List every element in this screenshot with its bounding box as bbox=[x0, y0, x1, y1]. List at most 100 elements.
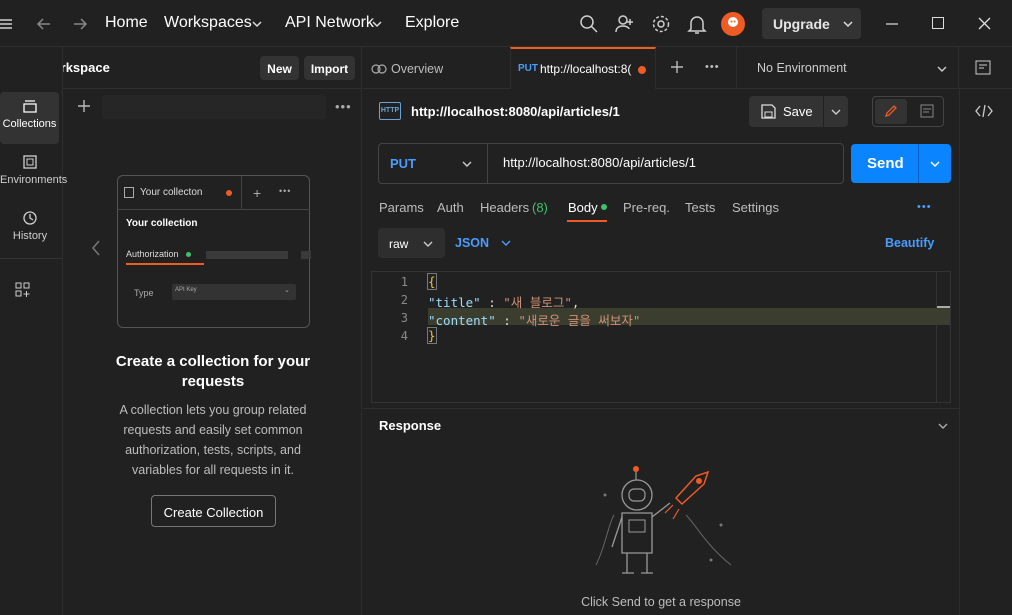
code-snippet-icon[interactable] bbox=[975, 103, 993, 119]
card-tab-divider bbox=[118, 209, 310, 210]
configure-workbench-icon[interactable] bbox=[15, 282, 31, 298]
card-title: Your collection bbox=[126, 218, 198, 229]
body-active-dot bbox=[601, 204, 607, 210]
card-type-value: API Key bbox=[175, 287, 197, 293]
more-options-icon[interactable]: ••• bbox=[335, 99, 352, 114]
add-icon[interactable] bbox=[77, 99, 91, 113]
forward-arrow-icon[interactable] bbox=[72, 16, 88, 32]
rail-item-history[interactable]: History bbox=[0, 204, 60, 256]
tab-divider bbox=[736, 47, 737, 89]
search-icon[interactable] bbox=[578, 13, 600, 35]
rail-item-environments[interactable]: Environments bbox=[0, 148, 67, 200]
invite-user-icon[interactable] bbox=[614, 13, 636, 35]
tab-auth[interactable]: Auth bbox=[437, 200, 464, 215]
tab-prereq[interactable]: Pre-req. bbox=[623, 200, 670, 215]
cookies-more-icon[interactable]: ••• bbox=[917, 201, 932, 213]
json-value: "새로운 글을 써보자" bbox=[518, 313, 641, 328]
carousel-prev-icon[interactable] bbox=[91, 239, 101, 257]
save-label: Save bbox=[783, 104, 813, 119]
collapse-chevron-icon[interactable] bbox=[937, 421, 949, 431]
card-tab-icon bbox=[124, 187, 134, 198]
url-input[interactable]: http://localhost:8080/api/articles/1 bbox=[503, 155, 696, 170]
send-button[interactable]: Send bbox=[851, 144, 951, 183]
overview-icon bbox=[371, 61, 387, 75]
view-mode-toggle bbox=[872, 96, 944, 127]
line-number: 2 bbox=[400, 293, 408, 307]
environments-icon bbox=[23, 155, 37, 169]
chevron-down-icon bbox=[831, 109, 841, 115]
back-arrow-icon[interactable] bbox=[36, 16, 52, 32]
rail-label: History bbox=[12, 230, 48, 242]
tab-settings[interactable]: Settings bbox=[732, 200, 779, 215]
save-options-button[interactable] bbox=[824, 96, 848, 127]
body-editor[interactable] bbox=[371, 271, 951, 403]
nav-api-network[interactable]: API Network bbox=[285, 14, 374, 32]
tab-tests[interactable]: Tests bbox=[685, 200, 715, 215]
request-url-bar: PUT http://localhost:8080/api/articles/1 bbox=[378, 143, 844, 184]
edit-mode-button[interactable] bbox=[875, 99, 907, 124]
save-button[interactable]: Save bbox=[749, 96, 823, 127]
response-panel: Response Click Send to get a response bbox=[363, 408, 959, 615]
chevron-down-icon bbox=[371, 19, 383, 29]
tab-params[interactable]: Params bbox=[379, 200, 424, 215]
close-window-icon[interactable] bbox=[978, 17, 991, 30]
rail-item-collections[interactable]: Collections bbox=[0, 92, 59, 144]
new-tab-plus-icon[interactable] bbox=[670, 60, 684, 74]
card-auth-tab: Authorization bbox=[126, 249, 179, 259]
tab-overview[interactable]: Overview bbox=[391, 62, 443, 76]
minimize-icon[interactable] bbox=[886, 22, 898, 26]
response-hint: Click Send to get a response bbox=[581, 595, 741, 609]
history-icon bbox=[23, 211, 37, 225]
empty-collections-heading: Create a collection for your requests bbox=[115, 353, 311, 390]
top-bar: Home Workspaces API Network Explore Upgr… bbox=[0, 0, 1012, 47]
maximize-icon[interactable] bbox=[932, 17, 944, 29]
doc-mode-button[interactable] bbox=[911, 99, 943, 124]
environment-quick-look-icon[interactable] bbox=[975, 60, 991, 76]
nav-workspaces[interactable]: Workspaces bbox=[164, 14, 252, 32]
tab-divider bbox=[958, 47, 959, 89]
chevron-down-icon bbox=[423, 241, 433, 247]
collections-icon bbox=[22, 100, 37, 113]
send-divider bbox=[918, 144, 919, 183]
avatar[interactable] bbox=[721, 12, 745, 36]
new-button[interactable]: New bbox=[260, 56, 299, 80]
environment-chevron-icon[interactable] bbox=[936, 64, 948, 74]
settings-gear-icon[interactable] bbox=[650, 13, 672, 35]
body-mode-label: raw bbox=[389, 237, 409, 251]
tab-method: PUT bbox=[518, 63, 538, 74]
tab-active-request[interactable]: PUT http://localhost:8( bbox=[510, 47, 656, 89]
environment-select[interactable]: No Environment bbox=[757, 61, 847, 75]
right-sidebar bbox=[959, 89, 1012, 615]
nav-home[interactable]: Home bbox=[105, 14, 148, 32]
card-tab-label: Your collecton bbox=[140, 187, 203, 198]
http-request-icon: HTTP bbox=[379, 102, 401, 120]
json-key: "title" bbox=[428, 295, 481, 310]
card-placeholder-bar bbox=[206, 251, 288, 259]
chevron-down-icon[interactable] bbox=[500, 238, 512, 248]
menu-icon[interactable] bbox=[0, 18, 12, 30]
empty-collections-description: A collection lets you group related requ… bbox=[119, 403, 307, 477]
tab-body[interactable]: Body bbox=[568, 200, 598, 215]
upgrade-chevron-icon[interactable] bbox=[842, 19, 854, 29]
body-mode-select[interactable]: raw bbox=[378, 228, 445, 258]
search-collections-input[interactable] bbox=[102, 95, 326, 119]
chevron-down-icon[interactable] bbox=[929, 159, 941, 169]
code-line-content: "content" : "새로운 글을 써보자" bbox=[428, 310, 640, 329]
line-number: 1 bbox=[400, 275, 408, 289]
create-collection-button[interactable]: Create Collection bbox=[151, 495, 276, 527]
card-tab: Your collecton bbox=[118, 176, 242, 210]
import-button[interactable]: Import bbox=[304, 56, 355, 80]
method-select[interactable]: PUT bbox=[379, 144, 488, 183]
rail-label: Collections bbox=[2, 118, 57, 130]
pencil-icon bbox=[884, 105, 897, 118]
tab-more-icon[interactable]: ••• bbox=[705, 61, 720, 73]
request-title[interactable]: http://localhost:8080/api/articles/1 bbox=[411, 104, 620, 119]
code-line-title: "title" : "새 블로그", bbox=[428, 292, 579, 311]
beautify-button[interactable]: Beautify bbox=[885, 236, 934, 250]
card-placeholder-bar bbox=[301, 251, 311, 259]
tab-headers[interactable]: Headers bbox=[480, 200, 529, 215]
notification-bell-icon[interactable] bbox=[686, 13, 708, 35]
nav-explore[interactable]: Explore bbox=[405, 14, 459, 32]
body-format-select[interactable]: JSON bbox=[455, 236, 489, 250]
editor-scrollbar-track[interactable] bbox=[936, 272, 937, 402]
